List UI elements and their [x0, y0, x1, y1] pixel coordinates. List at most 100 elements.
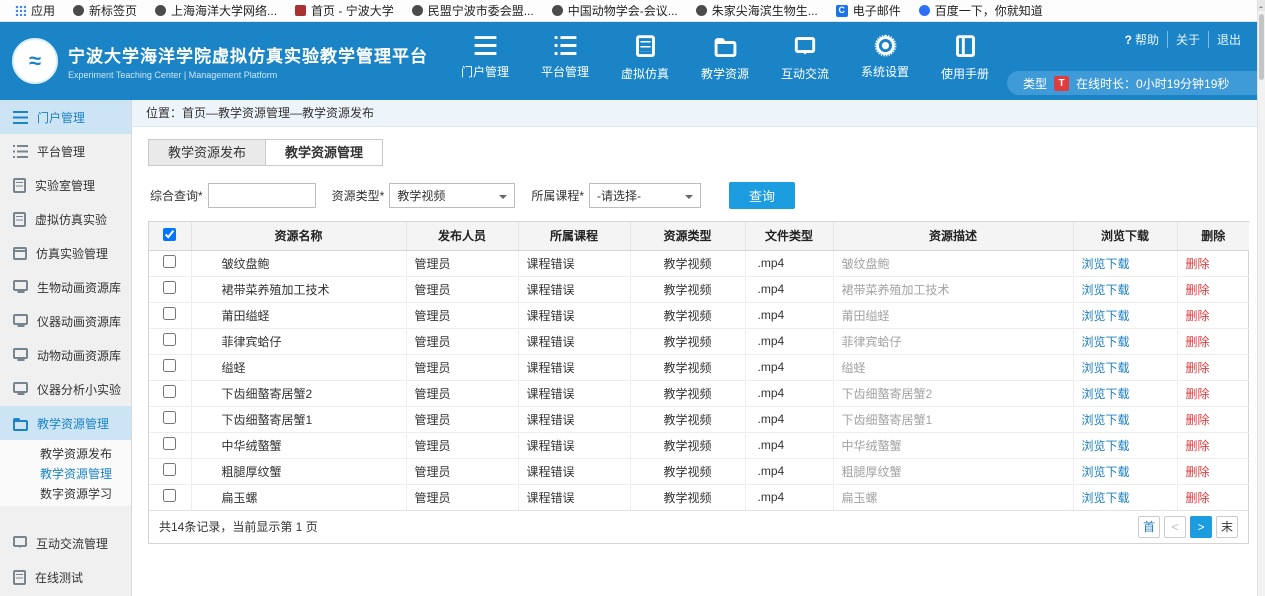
sidebar-item-lab[interactable]: 实验室管理 — [0, 168, 131, 202]
header-links: ?帮助关于退出 — [1117, 31, 1257, 48]
sidebar-item-virtual-sim[interactable]: 虚拟仿真实验 — [0, 202, 131, 236]
help-link[interactable]: ?帮助 — [1117, 31, 1167, 48]
nav-interaction[interactable]: 互动交流 — [776, 42, 834, 82]
view-cell: 浏览下载 — [1073, 406, 1177, 432]
row-checkbox[interactable] — [163, 489, 176, 502]
tab-res-publish[interactable]: 教学资源发布 — [148, 139, 266, 166]
delete-link[interactable]: 删除 — [1186, 387, 1210, 401]
bookmark-item[interactable]: 首页 - 宁波大学 — [286, 0, 403, 21]
course-select[interactable]: -请选择- — [589, 183, 701, 208]
bookmark-item[interactable]: 朱家尖海滨生物生... — [687, 0, 827, 21]
nav-platform[interactable]: 平台管理 — [536, 42, 594, 82]
delete-link[interactable]: 删除 — [1186, 257, 1210, 271]
sidebar-item-interaction[interactable]: 互动交流管理 — [0, 526, 131, 560]
delete-link[interactable]: 删除 — [1186, 309, 1210, 323]
view-download-link[interactable]: 浏览下载 — [1082, 439, 1130, 453]
view-download-link[interactable]: 浏览下载 — [1082, 413, 1130, 427]
sidebar-item-teaching-res[interactable]: 教学资源管理 — [0, 406, 131, 440]
col-header: 文件类型 — [745, 222, 833, 250]
row-checkbox[interactable] — [163, 255, 176, 268]
sidebar-subitem-res-manage[interactable]: 教学资源管理 — [0, 463, 131, 483]
bookmark-item[interactable]: C电子邮件 — [827, 0, 910, 21]
page-scrollbar[interactable] — [1257, 0, 1265, 596]
col-header: 资源类型 — [630, 222, 745, 250]
nav-label: 教学资源 — [701, 65, 749, 82]
delete-link[interactable]: 删除 — [1186, 413, 1210, 427]
resource-name: 莆田缢蛏 — [191, 302, 406, 328]
sidebar-item-online-test[interactable]: 在线测试 — [0, 560, 131, 594]
last-page-button[interactable]: 末 — [1216, 516, 1238, 538]
scroll-up-arrow-icon[interactable] — [1258, 0, 1265, 11]
sidebar-subitem-res-publish[interactable]: 教学资源发布 — [0, 443, 131, 463]
resource-name: 下齿细螯寄居蟹1 — [191, 406, 406, 432]
sidebar-item-bio-anim[interactable]: 生物动画资源库 — [0, 270, 131, 304]
view-cell: 浏览下载 — [1073, 276, 1177, 302]
resource-type-select[interactable]: 教学视频 — [389, 183, 515, 208]
row-checkbox[interactable] — [163, 463, 176, 476]
delete-link[interactable]: 删除 — [1186, 491, 1210, 505]
bookmark-item[interactable]: 民盟宁波市委会盟... — [403, 0, 543, 21]
table-row: 菲律宾蛤仔管理员课程错误教学视频.mp4菲律宾蛤仔浏览下载删除 — [149, 328, 1249, 354]
resource-name: 中华绒螯蟹 — [191, 432, 406, 458]
about-link[interactable]: 关于 — [1167, 31, 1208, 48]
row-checkbox[interactable] — [163, 411, 176, 424]
bookmark-item[interactable]: 百度一下，你就知道 — [910, 0, 1052, 21]
row-checkbox[interactable] — [163, 281, 176, 294]
nav-portal[interactable]: 门户管理 — [456, 42, 514, 82]
sidebar-subitem-digital-learning[interactable]: 数字资源学习 — [0, 483, 131, 503]
bookmark-item[interactable]: 中国动物学会-会议... — [543, 0, 687, 21]
nav-settings[interactable]: 系统设置 — [856, 42, 914, 82]
query-input[interactable] — [208, 183, 316, 208]
row-checkbox[interactable] — [163, 307, 176, 320]
scrollbar-thumb[interactable] — [1259, 14, 1264, 80]
delete-cell: 删除 — [1177, 380, 1249, 406]
bookmark-item[interactable]: 上海海洋大学网络... — [146, 0, 286, 21]
select-all-checkbox[interactable] — [163, 228, 176, 241]
view-download-link[interactable]: 浏览下载 — [1082, 465, 1130, 479]
tab-res-manage[interactable]: 教学资源管理 — [265, 139, 383, 166]
nav-label: 平台管理 — [541, 63, 589, 80]
bookmark-item[interactable]: 新标签页 — [64, 0, 146, 21]
resource-type: 教学视频 — [630, 458, 745, 484]
bookmark-label: 百度一下，你就知道 — [935, 2, 1043, 19]
sidebar-item-sim-exp[interactable]: 仿真实验管理 — [0, 236, 131, 270]
sidebar-item-animal-anim[interactable]: 动物动画资源库 — [0, 338, 131, 372]
row-checkbox[interactable] — [163, 385, 176, 398]
logout-link[interactable]: 退出 — [1208, 31, 1249, 48]
nav-resources[interactable]: 教学资源 — [696, 42, 754, 82]
sidebar-item-instr-analysis[interactable]: 仪器分析小实验 — [0, 372, 131, 406]
delete-link[interactable]: 删除 — [1186, 439, 1210, 453]
view-cell: 浏览下载 — [1073, 484, 1177, 510]
bookmark-item[interactable]: 应用 — [6, 0, 64, 21]
sidebar-submenu: 教学资源发布教学资源管理数字资源学习 — [0, 440, 131, 506]
globe-icon — [552, 5, 563, 16]
delete-link[interactable]: 删除 — [1186, 283, 1210, 297]
nav-simulation[interactable]: 虚拟仿真 — [616, 42, 674, 82]
sidebar-item-instr-anim[interactable]: 仪器动画资源库 — [0, 304, 131, 338]
delete-link[interactable]: 删除 — [1186, 361, 1210, 375]
view-download-link[interactable]: 浏览下载 — [1082, 361, 1130, 375]
row-checkbox[interactable] — [163, 359, 176, 372]
sidebar-item-platform[interactable]: 平台管理 — [0, 134, 131, 168]
view-download-link[interactable]: 浏览下载 — [1082, 283, 1130, 297]
view-download-link[interactable]: 浏览下载 — [1082, 335, 1130, 349]
view-download-link[interactable]: 浏览下载 — [1082, 309, 1130, 323]
delete-link[interactable]: 删除 — [1186, 465, 1210, 479]
sidebar-item-portal[interactable]: 门户管理 — [0, 100, 131, 134]
view-download-link[interactable]: 浏览下载 — [1082, 491, 1130, 505]
first-page-button[interactable]: 首 — [1138, 516, 1160, 538]
platform-subtitle: Experiment Teaching Center | Management … — [68, 70, 428, 80]
view-download-link[interactable]: 浏览下载 — [1082, 387, 1130, 401]
view-download-link[interactable]: 浏览下载 — [1082, 257, 1130, 271]
session-type-badge: T — [1054, 76, 1069, 91]
prev-page-button[interactable]: < — [1164, 516, 1186, 538]
delete-link[interactable]: 删除 — [1186, 335, 1210, 349]
row-checkbox-cell — [149, 484, 191, 510]
next-page-button[interactable]: > — [1190, 516, 1212, 538]
search-button[interactable]: 查询 — [729, 182, 795, 209]
list-icon — [554, 36, 576, 55]
nav-manual[interactable]: 使用手册 — [936, 42, 994, 82]
row-checkbox[interactable] — [163, 437, 176, 450]
row-checkbox[interactable] — [163, 333, 176, 346]
folder-icon — [714, 41, 736, 57]
